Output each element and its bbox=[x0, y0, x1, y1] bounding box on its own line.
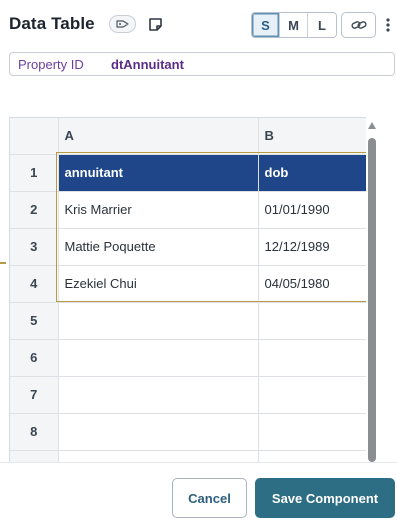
cell[interactable]: 04/05/1980 bbox=[258, 265, 366, 303]
cancel-button[interactable]: Cancel bbox=[172, 478, 247, 518]
cell[interactable] bbox=[58, 413, 259, 451]
row-header[interactable]: 1 bbox=[10, 154, 59, 192]
row-header[interactable]: 8 bbox=[10, 413, 59, 451]
row-header[interactable]: 6 bbox=[10, 339, 59, 377]
row-header[interactable]: 2 bbox=[10, 191, 59, 229]
cell[interactable]: Kris Marrier bbox=[58, 191, 259, 229]
size-l-button[interactable]: L bbox=[308, 13, 336, 37]
cell[interactable] bbox=[58, 339, 259, 377]
tag-button[interactable] bbox=[109, 15, 136, 33]
cell[interactable]: Mattie Poquette bbox=[58, 228, 259, 266]
row-header[interactable]: 3 bbox=[10, 228, 59, 266]
column-header-row: A B bbox=[10, 118, 366, 155]
corner-cell[interactable] bbox=[10, 118, 59, 155]
cell[interactable] bbox=[258, 450, 366, 462]
table-row: 6 bbox=[10, 339, 366, 377]
scroll-up-arrow-icon[interactable] bbox=[368, 122, 376, 129]
size-toggle-group: S M L bbox=[251, 12, 337, 38]
cell[interactable] bbox=[58, 302, 259, 340]
edge-marker bbox=[0, 262, 6, 264]
table-row: 4 Ezekiel Chui 04/05/1980 bbox=[10, 265, 366, 303]
cell[interactable]: Ezekiel Chui bbox=[58, 265, 259, 303]
size-s-button[interactable]: S bbox=[252, 13, 280, 37]
table-row bbox=[10, 450, 366, 462]
row-header[interactable]: 4 bbox=[10, 265, 59, 303]
cell[interactable]: 12/12/1989 bbox=[258, 228, 366, 266]
table-row: 3 Mattie Poquette 12/12/1989 bbox=[10, 228, 366, 266]
table-row: 7 bbox=[10, 376, 366, 414]
link-button[interactable] bbox=[341, 12, 376, 38]
cell[interactable] bbox=[58, 450, 259, 462]
cell[interactable] bbox=[258, 302, 366, 340]
scrollbar-thumb[interactable] bbox=[368, 138, 376, 462]
save-component-button[interactable]: Save Component bbox=[255, 478, 395, 518]
cell[interactable] bbox=[258, 376, 366, 414]
cell[interactable] bbox=[258, 413, 366, 451]
cell[interactable] bbox=[258, 339, 366, 377]
more-options-button[interactable] bbox=[383, 14, 393, 36]
table-row: 5 bbox=[10, 302, 366, 340]
component-title: Data Table bbox=[9, 14, 95, 33]
cell[interactable]: annuitant bbox=[58, 154, 259, 192]
tag-icon bbox=[115, 20, 129, 28]
table-row: 2 Kris Marrier 01/01/1990 bbox=[10, 191, 366, 229]
property-id-field[interactable]: Property ID dtAnnuitant bbox=[9, 52, 395, 76]
size-m-button[interactable]: M bbox=[280, 13, 308, 37]
row-header[interactable]: 5 bbox=[10, 302, 59, 340]
cell[interactable]: 01/01/1990 bbox=[258, 191, 366, 229]
note-button[interactable] bbox=[147, 15, 164, 33]
kebab-menu-icon bbox=[386, 18, 390, 32]
table-row: 1 annuitant dob bbox=[10, 154, 366, 192]
spreadsheet-grid[interactable]: A B 1 annuitant dob 2 Kris Marrier 01/01… bbox=[9, 117, 366, 462]
row-header[interactable]: 7 bbox=[10, 376, 59, 414]
note-icon bbox=[149, 17, 162, 31]
cell[interactable] bbox=[58, 376, 259, 414]
column-header-a[interactable]: A bbox=[58, 118, 259, 155]
column-header-b[interactable]: B bbox=[258, 118, 366, 155]
property-id-label: Property ID bbox=[18, 57, 84, 72]
property-id-value[interactable]: dtAnnuitant bbox=[111, 57, 184, 72]
row-header[interactable] bbox=[10, 450, 59, 462]
cell[interactable]: dob bbox=[258, 154, 366, 192]
link-icon bbox=[350, 21, 367, 29]
table-row: 8 bbox=[10, 413, 366, 451]
grid-table: A B 1 annuitant dob 2 Kris Marrier 01/01… bbox=[10, 118, 366, 462]
header: Data Table S M L bbox=[0, 0, 397, 50]
